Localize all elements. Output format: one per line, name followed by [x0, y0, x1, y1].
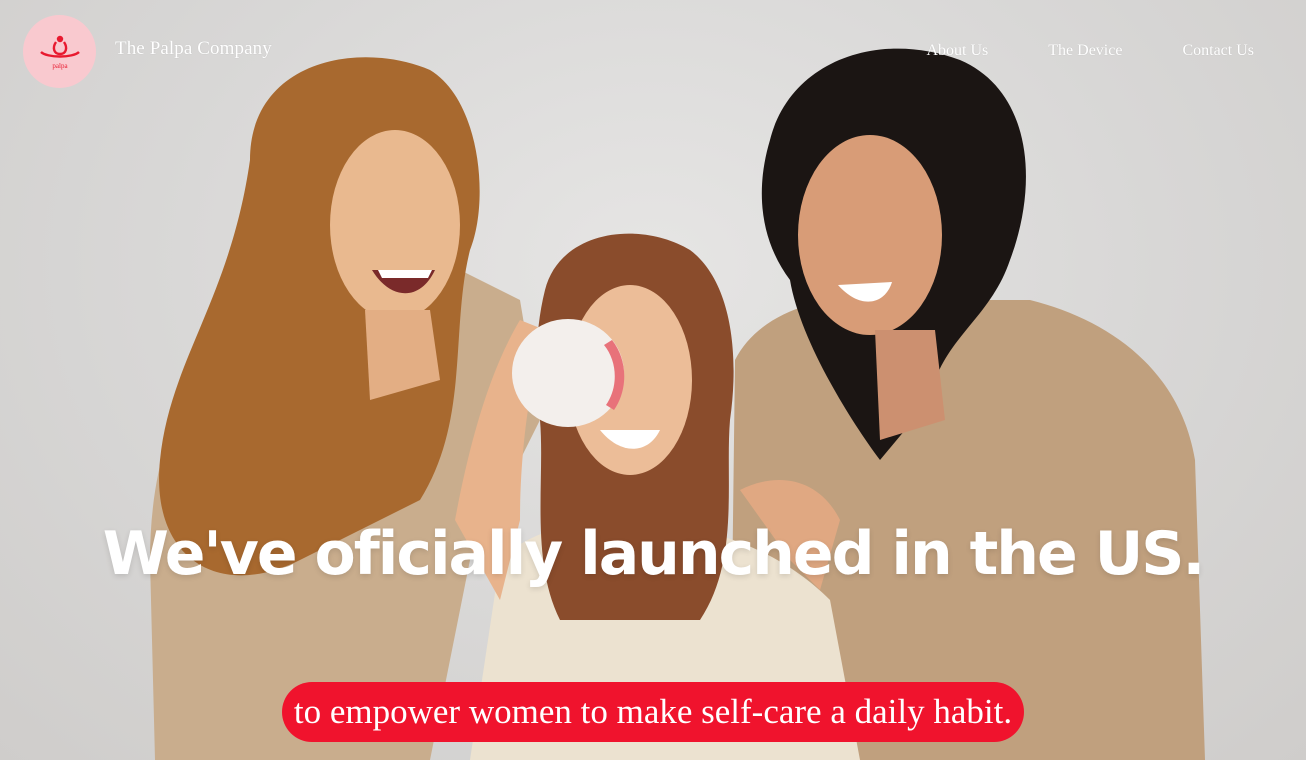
hero-headline: We've oficially launched in the US.	[102, 519, 1206, 589]
hero-photo	[150, 48, 1205, 760]
nav-about-us[interactable]: About Us	[926, 42, 988, 60]
brand-name[interactable]: The Palpa Company	[115, 38, 272, 60]
nav-contact-us[interactable]: Contact Us	[1182, 42, 1254, 60]
palpa-logo[interactable]: palpa	[23, 15, 96, 88]
palpa-logo-icon: palpa	[39, 35, 80, 70]
logo-text: palpa	[52, 62, 68, 70]
nav-the-device[interactable]: The Device	[1048, 42, 1122, 60]
hero-tagline: to empower women to make self-care a dai…	[281, 682, 1025, 742]
main-nav: About Us The Device Contact Us	[926, 42, 1254, 60]
tagline-container: to empower women to make self-care a dai…	[0, 682, 1306, 742]
hero-section: palpa The Palpa Company About Us The Dev…	[0, 0, 1306, 760]
woman-left-figure	[150, 57, 540, 760]
